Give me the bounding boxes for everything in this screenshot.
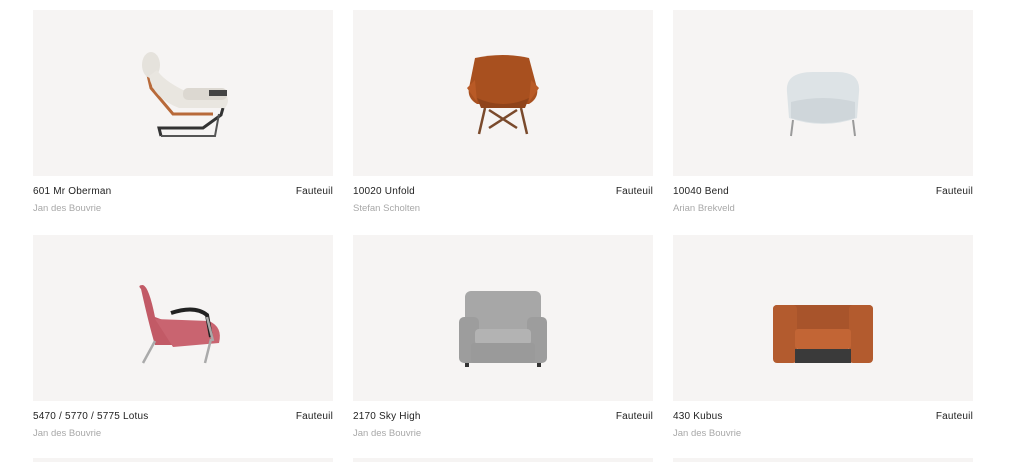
product-name[interactable]: 601 Mr Oberman [33, 186, 111, 197]
product-card-sky-high[interactable]: 2170 Sky High Fauteuil Jan des Bouvrie [353, 235, 653, 441]
product-type: Fauteuil [935, 411, 973, 422]
rust-wing-chair-icon [467, 55, 539, 135]
product-card-bend[interactable]: 10040 Bend Fauteuil Arian Brekveld [673, 10, 973, 216]
product-name[interactable]: 430 Kubus [673, 411, 723, 422]
next-row-card-edge [33, 458, 333, 462]
product-type: Fauteuil [615, 186, 653, 197]
next-row-card-edge [353, 458, 653, 462]
product-type: Fauteuil [615, 411, 653, 422]
product-type: Fauteuil [295, 186, 333, 197]
lounge-chair-cream-icon [142, 52, 228, 137]
product-name[interactable]: 10040 Bend [673, 186, 729, 197]
product-designer: Stefan Scholten [353, 203, 421, 214]
product-image[interactable] [33, 10, 333, 176]
cognac-cube-armchair-icon [773, 305, 873, 363]
grey-wingback-armchair-icon [459, 291, 547, 367]
product-designer: Jan des Bouvrie [673, 428, 742, 439]
product-designer: Arian Brekveld [673, 203, 735, 214]
product-image[interactable] [673, 235, 973, 401]
product-designer: Jan des Bouvrie [33, 203, 102, 214]
product-image[interactable] [353, 235, 653, 401]
product-card-mr-oberman[interactable]: 601 Mr Oberman Fauteuil Jan des Bouvrie [33, 10, 333, 216]
product-type: Fauteuil [295, 411, 333, 422]
pink-lotus-chair-icon [139, 285, 220, 364]
product-name[interactable]: 2170 Sky High [353, 411, 421, 422]
product-image[interactable] [673, 10, 973, 176]
product-name[interactable]: 10020 Unfold [353, 186, 415, 197]
product-image[interactable] [353, 10, 653, 176]
product-card-lotus[interactable]: 5470 / 5770 / 5775 Lotus Fauteuil Jan de… [33, 235, 333, 441]
product-card-kubus[interactable]: 430 Kubus Fauteuil Jan des Bouvrie [673, 235, 973, 441]
product-type: Fauteuil [935, 186, 973, 197]
product-name[interactable]: 5470 / 5770 / 5775 Lotus [33, 411, 148, 422]
light-blue-tub-chair-icon [786, 72, 860, 137]
product-designer: Jan des Bouvrie [33, 428, 102, 439]
next-row-card-edge [673, 458, 973, 462]
product-image[interactable] [33, 235, 333, 401]
product-designer: Jan des Bouvrie [353, 428, 422, 439]
product-card-unfold[interactable]: 10020 Unfold Fauteuil Stefan Scholten [353, 10, 653, 216]
